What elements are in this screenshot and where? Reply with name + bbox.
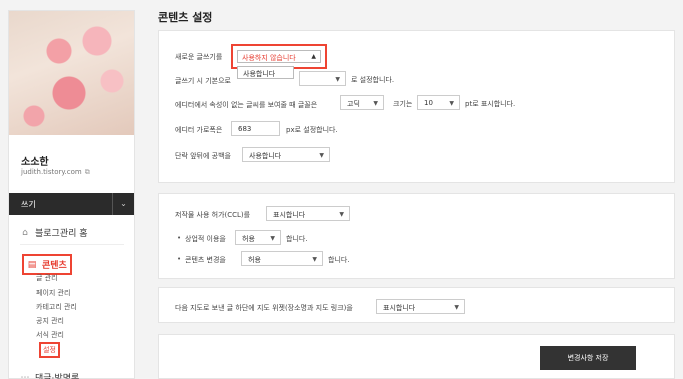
nav-contents[interactable]: ▤ 콘텐츠 <box>22 254 72 275</box>
chevron-down-icon[interactable]: ⌄ <box>112 193 134 215</box>
blog-name[interactable]: 소소한 <box>21 153 49 168</box>
font-size-value: 10 <box>424 99 433 107</box>
new-write-dropdown-option[interactable]: 사용합니다 <box>237 66 294 79</box>
font-select[interactable]: 고딕 ▼ <box>340 95 384 110</box>
blog-profile-image[interactable] <box>9 11 134 135</box>
nav-contents-label: 콘텐츠 <box>42 261 67 271</box>
caret-down-icon: ▼ <box>373 100 378 107</box>
caret-down-icon: ▼ <box>449 100 454 107</box>
new-write-label: 새로운 글쓰기를 <box>175 53 223 61</box>
comment-icon: ⋯ <box>20 372 30 379</box>
font-select-value: 고딕 <box>347 100 360 108</box>
caret-down-icon: ▼ <box>270 235 275 242</box>
nav-divider <box>20 244 124 245</box>
nav-sub-category-manage[interactable]: 카테고리 관리 <box>36 302 77 312</box>
caret-down-icon: ▼ <box>335 76 340 83</box>
paragraph-space-label: 단락 앞뒤에 공백을 <box>175 152 231 160</box>
nav-comments-label: 댓글·방명록 <box>35 374 80 379</box>
ccl-select[interactable]: 표시합니다 ▼ <box>266 206 350 221</box>
save-changes-button[interactable]: 변경사항 저장 <box>540 346 636 370</box>
map-widget-value: 표시합니다 <box>383 304 416 312</box>
nav-sub-settings[interactable]: 설정 <box>39 342 60 358</box>
editor-width-label: 에디터 가로폭은 <box>175 126 223 134</box>
default-write-suffix: 로 설정합니다. <box>351 76 395 84</box>
default-write-select[interactable]: ▼ <box>299 71 346 86</box>
nav-sub-page-manage[interactable]: 페이지 관리 <box>36 288 70 298</box>
write-bar[interactable]: 쓰기 ⌄ <box>9 193 134 215</box>
commercial-use-value: 허용 <box>242 235 255 243</box>
nav-sub-template-manage[interactable]: 서식 관리 <box>36 330 64 340</box>
commercial-use-suffix: 합니다. <box>286 235 308 243</box>
font-size-suffix: pt로 표시합니다. <box>465 100 516 108</box>
home-icon: ⌂ <box>22 227 28 238</box>
paragraph-space-value: 사용합니다 <box>249 152 282 160</box>
map-widget-select[interactable]: 표시합니다 ▼ <box>376 299 465 314</box>
font-attr-label: 에디터에서 속성이 없는 글씨를 보여줄 때 글꼴은 <box>175 101 318 109</box>
write-label[interactable]: 쓰기 <box>21 199 36 210</box>
caret-down-icon: ▼ <box>454 304 459 311</box>
caret-down-icon: ▼ <box>312 256 317 263</box>
nav-sub-post-manage[interactable]: 글 관리 <box>36 273 58 283</box>
caret-up-icon: ▲ <box>311 53 316 60</box>
actions-panel: 변경사항 저장 <box>158 334 675 379</box>
nav-home-label: 블로그관리 홈 <box>35 229 88 239</box>
blog-url[interactable]: judith.tistory.com ⧉ <box>21 168 90 177</box>
content-modify-value: 허용 <box>248 256 261 264</box>
new-write-select[interactable]: 사용하지 않습니다 ▲ <box>237 50 321 63</box>
new-write-select-value: 사용하지 않습니다 <box>242 54 296 62</box>
content-modify-label: 콘텐츠 변경을 <box>185 256 226 264</box>
font-size-label: 크기는 <box>393 100 413 108</box>
map-widget-label: 다음 지도로 보낸 글 하단에 지도 위젯(장소명과 지도 링크)을 <box>175 304 353 312</box>
commercial-use-label: 상업적 이용을 <box>185 235 226 243</box>
map-settings-panel: 다음 지도로 보낸 글 하단에 지도 위젯(장소명과 지도 링크)을 표시합니다… <box>158 287 675 323</box>
bullet-icon: • <box>177 255 182 263</box>
nav-sub-notice-manage[interactable]: 공지 관리 <box>36 316 64 326</box>
caret-down-icon: ▼ <box>339 211 344 218</box>
nav-comments-guestbook[interactable]: ⋯ 댓글·방명록 <box>20 371 80 379</box>
nav-blog-admin-home[interactable]: ⌂ 블로그관리 홈 <box>20 226 88 240</box>
ccl-settings-panel: 저작물 사용 허가(CCL)를 표시합니다 ▼ • 상업적 이용을 허용 ▼ 합… <box>158 193 675 279</box>
content-modify-suffix: 합니다. <box>328 256 350 264</box>
caret-down-icon: ▼ <box>319 152 324 159</box>
content-modify-select[interactable]: 허용 ▼ <box>241 251 323 266</box>
commercial-use-select[interactable]: 허용 ▼ <box>235 230 281 245</box>
editor-settings-panel: 새로운 글쓰기를 사용하지 않습니다 ▲ 사용합니다 글쓰기 시 기본으로 ▼ … <box>158 30 675 183</box>
page-title: 콘텐츠 설정 <box>158 11 213 24</box>
ccl-value: 표시합니다 <box>273 211 306 219</box>
paragraph-space-select[interactable]: 사용합니다 ▼ <box>242 147 330 162</box>
ccl-label: 저작물 사용 허가(CCL)를 <box>175 211 251 219</box>
document-icon: ▤ <box>27 259 37 270</box>
sidebar: 소소한 judith.tistory.com ⧉ 쓰기 ⌄ ⌂ 블로그관리 홈 ▤… <box>8 10 135 379</box>
font-size-select[interactable]: 10 ▼ <box>417 95 460 110</box>
bullet-icon: • <box>177 234 182 242</box>
external-link-icon[interactable]: ⧉ <box>85 168 90 177</box>
editor-width-suffix: px로 설정합니다. <box>286 126 338 134</box>
editor-width-input[interactable]: 683 <box>231 121 280 136</box>
blog-url-text[interactable]: judith.tistory.com <box>21 168 82 176</box>
default-write-label: 글쓰기 시 기본으로 <box>175 77 231 85</box>
